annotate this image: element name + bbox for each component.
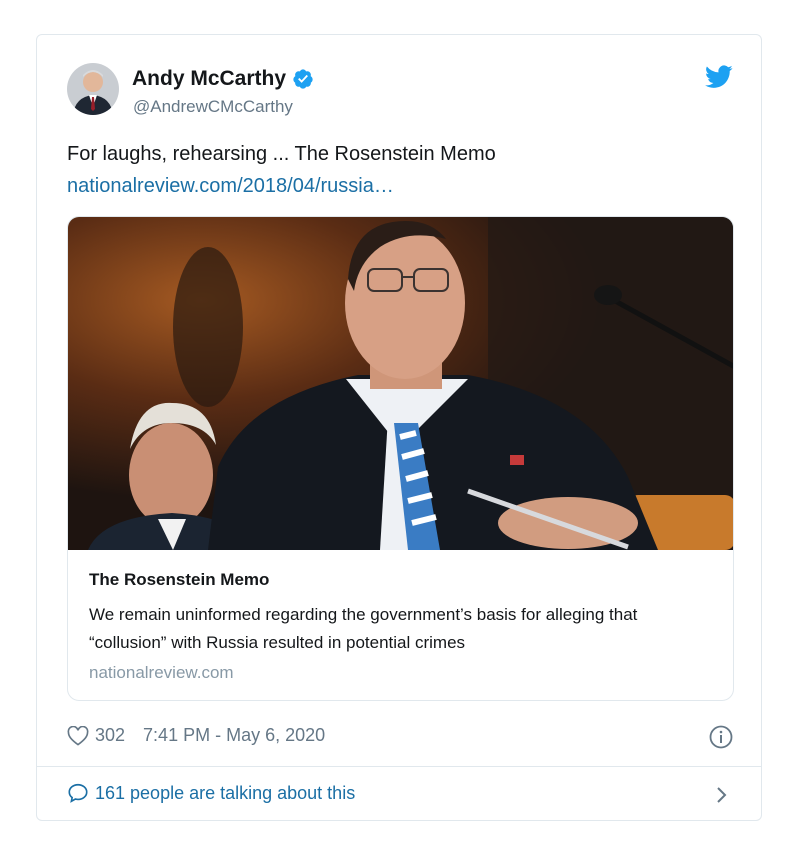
card-title: The Rosenstein Memo	[89, 570, 270, 589]
info-icon[interactable]	[709, 725, 733, 749]
link-preview-card[interactable]: The Rosenstein Memo We remain uninformed…	[67, 216, 734, 701]
card-description: We remain uninformed regarding the gover…	[89, 605, 638, 652]
speech-bubble-icon	[68, 783, 88, 803]
avatar[interactable]	[67, 63, 119, 115]
twitter-bird-icon[interactable]	[705, 65, 733, 89]
article-photo	[68, 217, 733, 550]
author-name-row[interactable]: Andy McCarthy	[132, 67, 314, 91]
chevron-right-icon[interactable]	[715, 784, 729, 806]
avatar-image	[67, 63, 119, 115]
author-name[interactable]: Andy McCarthy	[132, 67, 286, 91]
verified-badge-icon	[293, 69, 313, 89]
tweet-timestamp[interactable]: 7:41 PM - May 6, 2020	[143, 725, 325, 746]
author-handle[interactable]: @AndrewCMcCarthy	[133, 97, 293, 117]
tweet-link[interactable]: nationalreview.com/2018/04/russia…	[67, 173, 394, 199]
heart-icon[interactable]	[67, 725, 89, 746]
card-domain: nationalreview.com	[89, 663, 234, 682]
tweet-text: For laughs, rehearsing ... The Rosenstei…	[67, 143, 496, 165]
conversation-link[interactable]: 161 people are talking about this	[67, 782, 355, 804]
tweet-embed-card[interactable]: Andy McCarthy @AndrewCMcCarthy For laugh…	[36, 34, 762, 821]
tweet-meta-row: 302 7:41 PM - May 6, 2020	[67, 725, 325, 746]
talking-count-text[interactable]: 161 people are talking about this	[95, 783, 355, 804]
footer-divider	[37, 766, 761, 767]
like-count[interactable]: 302	[95, 725, 125, 746]
